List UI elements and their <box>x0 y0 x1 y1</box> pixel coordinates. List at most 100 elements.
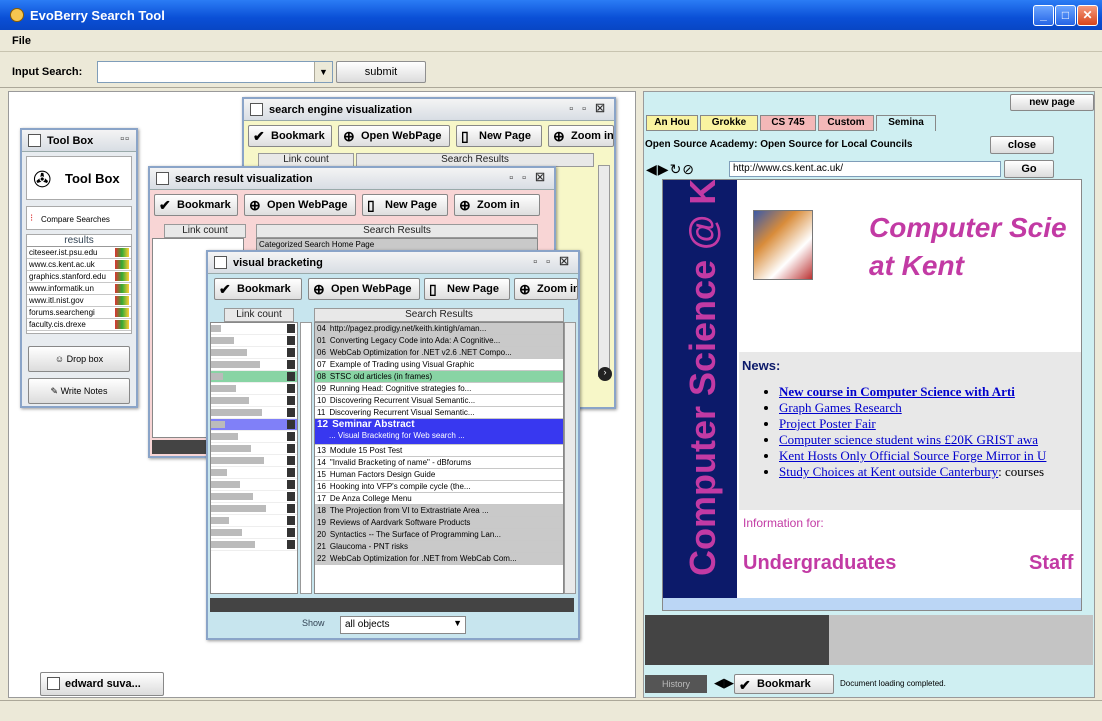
win2-hscroll[interactable] <box>152 440 212 454</box>
list-item[interactable]: 13 Module 15 Post Test <box>315 445 563 457</box>
win3-bookmark-button[interactable]: ✔ Bookmark <box>214 278 302 300</box>
taskbar-item[interactable]: edward suva... <box>40 672 164 696</box>
toolbox-titlebar[interactable]: Tool Box ▫▫ <box>22 130 136 152</box>
win2-zoom-button[interactable]: ⊕ Zoom in <box>454 194 540 216</box>
win3-new-page-button[interactable]: ▯ New Page <box>424 278 510 300</box>
submit-button[interactable]: submit <box>336 61 426 83</box>
tab-an-hou[interactable]: An Hou <box>646 115 698 131</box>
list-item[interactable]: 22 WebCab Optimization for .NET from WebC… <box>315 553 563 565</box>
history-button[interactable]: History <box>645 675 707 693</box>
staff-heading[interactable]: Staff <box>1029 552 1073 575</box>
menu-file[interactable]: File <box>12 35 31 47</box>
news-link[interactable]: Computer science student wins £20K GRIST… <box>779 432 1038 447</box>
result-title: De Anza College Menu <box>329 494 412 503</box>
list-item[interactable]: www.cs.kent.ac.uk <box>27 259 131 271</box>
show-select[interactable]: all objects ▼ <box>340 616 466 634</box>
win1-zoom-button[interactable]: ⊕ Zoom in <box>548 125 614 147</box>
win3-titlebar[interactable]: visual bracketing ▫ ▫ ☒ <box>208 252 578 274</box>
tab-custom[interactable]: Custom <box>818 115 874 131</box>
list-item[interactable]: 04 http://pagez.prodigy.net/keith.kintigh… <box>315 323 563 335</box>
list-item[interactable]: faculty.cis.drexe <box>27 319 131 331</box>
result-title: Glaucoma - PNT risks <box>329 542 408 551</box>
write-notes-button[interactable]: ✎ Write Notes <box>28 378 130 404</box>
list-item[interactable]: 01 Converting Legacy Code into Ada: A Cog… <box>315 335 563 347</box>
stop-icon[interactable]: ⊘ <box>682 161 695 177</box>
close-page-button[interactable]: close <box>990 136 1054 154</box>
engine-swatch-icon <box>115 248 129 257</box>
list-item[interactable]: 17 De Anza College Menu <box>315 493 563 505</box>
history-arrows-icon[interactable]: ◀▶ <box>714 675 734 691</box>
win1-open-webpage-button[interactable]: ⊕ Open WebPage <box>338 125 450 147</box>
close-window-button[interactable]: ✕ <box>1077 5 1098 26</box>
back-icon[interactable]: ◀ <box>646 161 658 177</box>
compare-searches-button[interactable]: ⁝ Compare Searches <box>26 206 132 230</box>
list-item[interactable]: 15 Human Factors Design Guide <box>315 469 563 481</box>
list-item[interactable]: 12 Seminar Abstract... Visual Bracketing … <box>315 419 563 445</box>
win2-titlebar[interactable]: search result visualization ▫ ▫ ☒ <box>150 168 554 190</box>
news-link[interactable]: Study Choices at Kent outside Canterbury <box>779 464 998 479</box>
kent-side-banner: Computer Science @ Kent <box>663 180 737 610</box>
win1-scroll-right-icon[interactable]: › <box>598 367 612 381</box>
news-link[interactable]: New course in Computer Science with Arti <box>779 384 1015 399</box>
win1-new-page-button[interactable]: ▯ New Page <box>456 125 542 147</box>
drop-box-button[interactable]: ☺ Drop box <box>28 346 130 372</box>
reload-icon[interactable]: ↻ <box>670 161 683 177</box>
engine-swatch-icon <box>115 296 129 305</box>
list-item[interactable]: graphics.stanford.edu <box>27 271 131 283</box>
search-input[interactable]: ▼ <box>97 61 333 83</box>
tab-semina[interactable]: Semina <box>876 115 936 131</box>
list-item[interactable]: www.itl.nist.gov <box>27 295 131 307</box>
news-link[interactable]: Kent Hosts Only Official Source Forge Mi… <box>779 448 1046 463</box>
chevron-down-icon[interactable]: ▼ <box>314 62 332 82</box>
notes-icon: ✎ <box>50 386 61 396</box>
result-rank: 12 <box>317 419 329 430</box>
result-title: Discovering Recurrent Visual Semantic... <box>329 396 476 405</box>
result-rank: 15 <box>317 470 326 479</box>
win2-bookmark-button[interactable]: ✔ Bookmark <box>154 194 238 216</box>
win1-bookmark-button[interactable]: ✔ Bookmark <box>248 125 332 147</box>
forward-icon[interactable]: ▶ <box>658 161 670 177</box>
news-label: News: <box>742 358 781 373</box>
news-link[interactable]: Graph Games Research <box>779 400 902 415</box>
win2-new-page-button[interactable]: ▯ New Page <box>362 194 448 216</box>
list-item[interactable]: www.informatik.un <box>27 283 131 295</box>
win3-hscroll[interactable] <box>210 598 574 612</box>
list-item[interactable]: 11 Discovering Recurrent Visual Semantic.… <box>315 407 563 419</box>
new-page-button[interactable]: new page <box>1010 94 1094 111</box>
list-item[interactable]: forums.searchengi <box>27 307 131 319</box>
news-item: Project Poster Fair <box>779 416 1046 432</box>
tab-grokke[interactable]: Grokke <box>700 115 758 131</box>
undergraduates-heading[interactable]: Undergraduates <box>743 552 896 575</box>
list-item[interactable]: citeseer.ist.psu.edu <box>27 247 131 259</box>
win1-titlebar[interactable]: search engine visualization ▫ ▫ ☒ <box>244 99 614 121</box>
win3-scrollbar[interactable] <box>564 322 576 594</box>
news-link[interactable]: Project Poster Fair <box>779 416 876 431</box>
news-tail: : courses <box>998 464 1045 479</box>
list-item[interactable]: 18 The Projection from VI to Extrastriate… <box>315 505 563 517</box>
list-item[interactable]: 20 Syntactics -- The Surface of Programmi… <box>315 529 563 541</box>
maximize-button[interactable]: □ <box>1055 5 1076 26</box>
list-item[interactable]: 14 "Invalid Bracketing of name" - dBforum… <box>315 457 563 469</box>
win3-open-webpage-button[interactable]: ⊕ Open WebPage <box>308 278 420 300</box>
list-item[interactable]: 16 Hooking into VFP's compile cycle (the.… <box>315 481 563 493</box>
win3-zoom-button[interactable]: ⊕ Zoom in <box>514 278 578 300</box>
search-label: Input Search: <box>12 66 83 78</box>
browser-bookmark-button[interactable]: ✔ Bookmark <box>734 674 834 694</box>
win2-open-webpage-button[interactable]: ⊕ Open WebPage <box>244 194 356 216</box>
list-item[interactable]: 08 STSC old articles (in frames) <box>315 371 563 383</box>
list-item[interactable]: 19 Reviews of Aardvark Software Products <box>315 517 563 529</box>
list-item[interactable]: 09 Running Head: Cognitive strategies fo.… <box>315 383 563 395</box>
link-count-bar <box>211 419 297 431</box>
list-item[interactable]: 21 Glaucoma - PNT risks <box>315 541 563 553</box>
list-item[interactable]: 06 WebCab Optimization for .NET v2.6 .NET… <box>315 347 563 359</box>
window-titlebar: EvoBerry Search Tool _ □ ✕ <box>0 0 1102 30</box>
go-button[interactable]: Go <box>1004 160 1054 178</box>
result-title: The Projection from VI to Extrastriate A… <box>329 506 489 515</box>
list-item[interactable]: 10 Discovering Recurrent Visual Semantic.… <box>315 395 563 407</box>
list-item[interactable]: 07 Example of Trading using Visual Graphi… <box>315 359 563 371</box>
minimize-button[interactable]: _ <box>1033 5 1054 26</box>
tab-cs745[interactable]: CS 745 <box>760 115 816 131</box>
page-hscroll[interactable] <box>663 598 1081 610</box>
url-field[interactable]: http://www.cs.kent.ac.uk/ <box>729 161 1001 177</box>
win1-scrollbar[interactable] <box>598 165 610 377</box>
